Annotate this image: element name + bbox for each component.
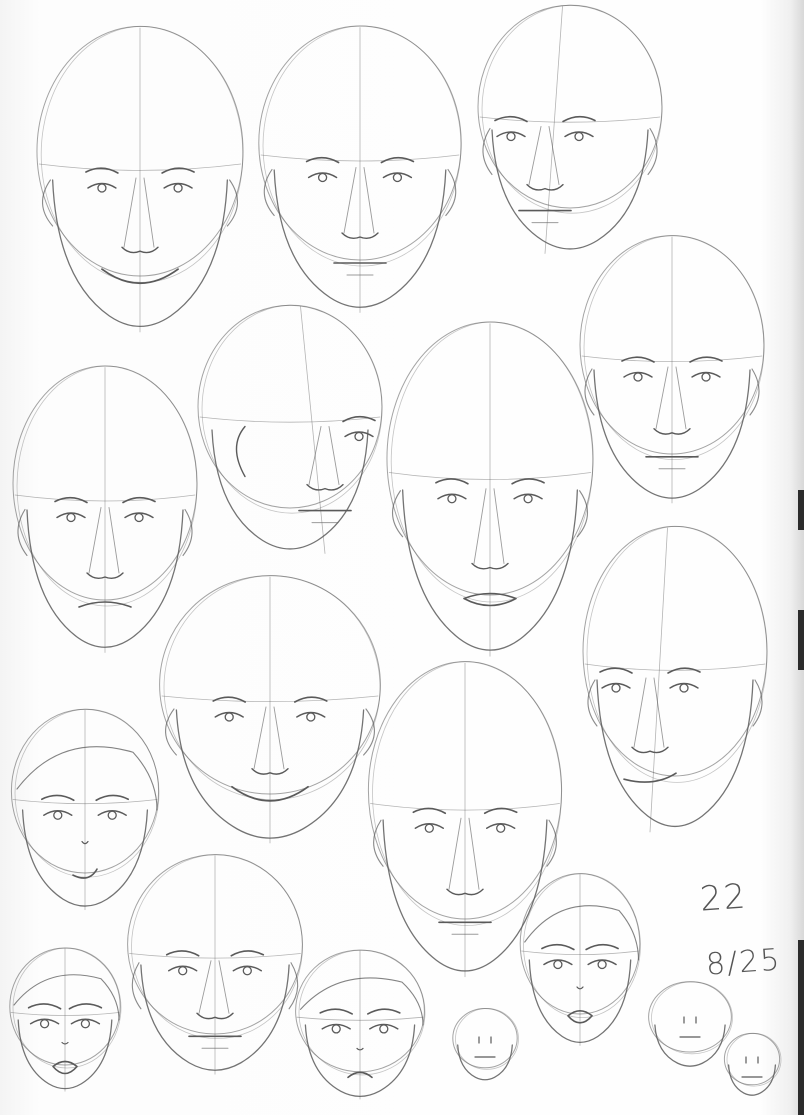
face-child-frown [295, 949, 426, 1100]
binding-edge [798, 610, 804, 670]
face-tiny-circle-c [723, 1032, 782, 1096]
face-girl-squint [519, 873, 641, 1046]
sketch-page: 22 8/25 [0, 0, 804, 1115]
face-older-angled [582, 525, 768, 833]
binding-edge [798, 940, 804, 1115]
face-child-angry [10, 708, 160, 911]
face-smiling-front [36, 25, 244, 333]
face-tiny-circle-b [648, 981, 733, 1067]
face-study-sketches [9, 4, 782, 1100]
sketch-count-note: 22 [698, 876, 749, 920]
face-neutral-front [258, 25, 462, 313]
face-bald-front [579, 235, 765, 504]
face-sad-front [12, 365, 198, 653]
date-note: 8/25 [704, 942, 783, 983]
face-bald-lower [127, 854, 303, 1075]
face-wrinkled-shout [386, 321, 594, 657]
face-profile-right [197, 304, 383, 554]
face-stern-front [367, 661, 563, 978]
face-laughing-front [159, 575, 381, 844]
face-turned-left [477, 4, 663, 254]
face-child-grimace [9, 947, 122, 1092]
face-tiny-circle-a [452, 1008, 519, 1081]
binding-edge [798, 490, 804, 530]
